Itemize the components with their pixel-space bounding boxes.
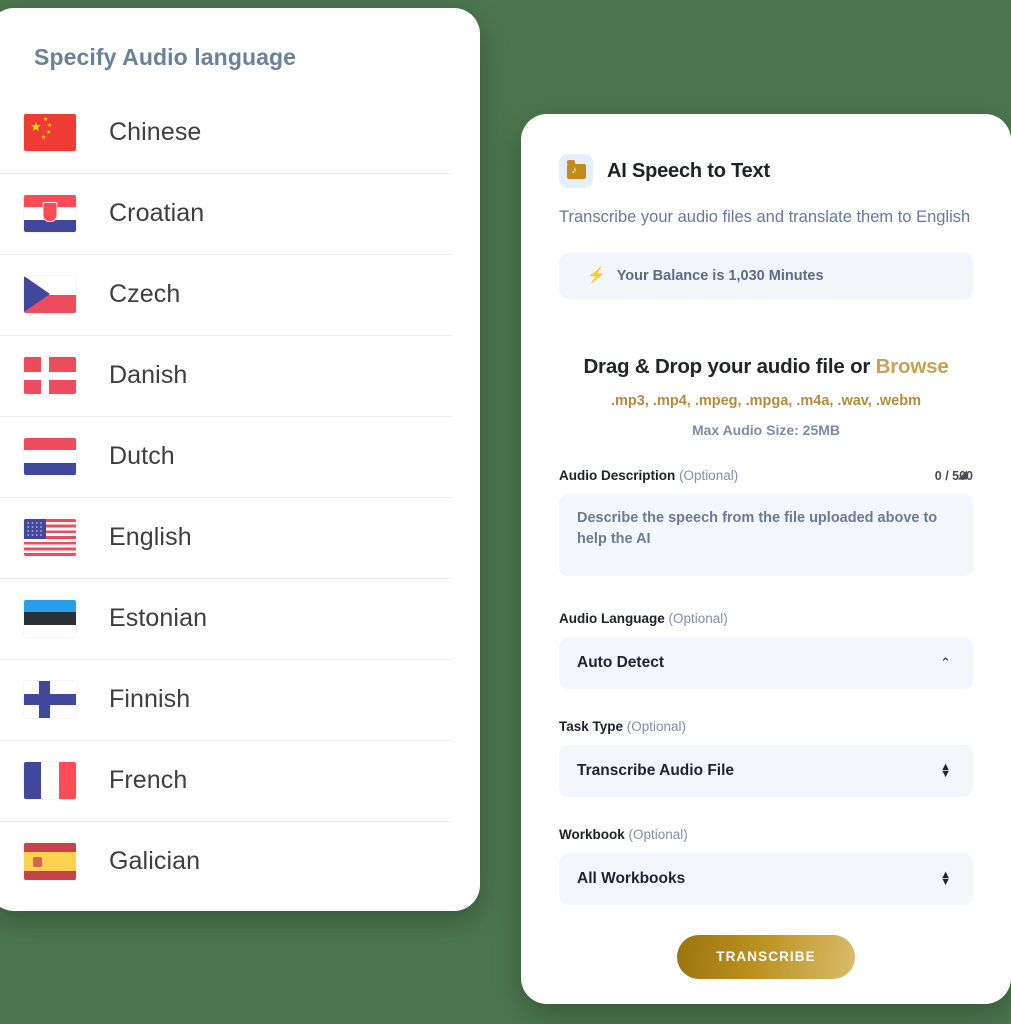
flag-denmark-icon (24, 357, 76, 394)
workbook-select[interactable]: All Workbooks ▲ ▼ (559, 852, 973, 905)
balance-banner: ⚡ Your Balance is 1,030 Minutes (559, 252, 973, 299)
language-option-label: English (109, 523, 192, 551)
optional-tag: (Optional) (623, 718, 687, 734)
browse-link[interactable]: Browse (876, 355, 949, 378)
up-down-arrows-icon[interactable]: ▲ ▼ (940, 761, 951, 779)
flag-china-icon: ★ ★ ★ ★ ★ (24, 114, 76, 151)
language-option-dutch[interactable]: Dutch (0, 416, 480, 497)
language-option-label: Estonian (109, 604, 208, 632)
language-option-label: French (109, 766, 188, 794)
dropzone-main-text: Drag & Drop your audio file or Browse (559, 355, 973, 379)
audio-language-field: Audio Language (Optional) Auto Detect ⌃ (559, 611, 973, 689)
language-option-english[interactable]: English (0, 497, 480, 578)
language-option-label: Czech (109, 280, 181, 308)
audio-description-field: Audio Description (Optional) 0 / 500 ◢ (559, 467, 973, 581)
optional-tag: (Optional) (675, 467, 739, 483)
audio-language-value: Auto Detect (577, 653, 664, 671)
speech-to-text-panel: ♪ AI Speech to Text Transcribe your audi… (521, 114, 1011, 1004)
task-type-label: Task Type (Optional) (559, 718, 687, 734)
task-type-header: Task Type (Optional) (559, 719, 973, 734)
flag-usa-icon (24, 519, 76, 556)
language-option-finnish[interactable]: Finnish (0, 659, 480, 740)
transcribe-button[interactable]: TRANSCRIBE (677, 934, 855, 979)
language-option-galician[interactable]: Galician (0, 821, 480, 902)
audio-language-header: Audio Language (Optional) (559, 611, 973, 626)
file-dropzone[interactable]: Drag & Drop your audio file or Browse .m… (559, 355, 973, 438)
workbook-field: Workbook (Optional) All Workbooks ▲ ▼ (559, 827, 973, 905)
submit-row: TRANSCRIBE (559, 934, 973, 979)
language-option-label: Dutch (109, 442, 175, 470)
language-option-label: Croatian (109, 199, 205, 227)
flag-finland-icon (24, 681, 76, 718)
language-option-estonian[interactable]: Estonian (0, 578, 480, 659)
language-option-label: Danish (109, 361, 188, 389)
language-option-label: Galician (109, 847, 201, 875)
workbook-label: Workbook (Optional) (559, 826, 688, 842)
language-option-danish[interactable]: Danish (0, 335, 480, 416)
workbook-value: All Workbooks (577, 869, 686, 887)
language-list: ★ ★ ★ ★ ★ Chinese Croatian Czech Danish … (0, 92, 480, 902)
task-type-field: Task Type (Optional) Transcribe Audio Fi… (559, 719, 973, 797)
app-subtitle: Transcribe your audio files and translat… (559, 208, 971, 226)
language-panel: Specify Audio language ★ ★ ★ ★ ★ Chinese… (0, 8, 480, 911)
flag-netherlands-icon (24, 438, 76, 475)
dropzone-prompt: Drag & Drop your audio file or (583, 354, 876, 378)
flag-croatia-icon (24, 195, 76, 232)
language-option-label: Chinese (109, 118, 202, 146)
dropzone-max-size: Max Audio Size: 25MB (691, 421, 841, 438)
language-panel-title: Specify Audio language (34, 44, 297, 70)
audio-description-header: Audio Description (Optional) 0 / 500 (559, 468, 973, 483)
language-option-chinese[interactable]: ★ ★ ★ ★ ★ Chinese (0, 92, 480, 173)
flag-czechia-icon (24, 276, 76, 313)
language-option-label: Finnish (109, 685, 191, 713)
balance-text: Your Balance is 1,030 Minutes (616, 267, 824, 284)
language-option-croatian[interactable]: Croatian (0, 173, 480, 254)
app-title: AI Speech to Text (607, 159, 770, 182)
flag-spain-icon (24, 843, 76, 880)
screen: Specify Audio language ★ ★ ★ ★ ★ Chinese… (0, 0, 1011, 1024)
workbook-header: Workbook (Optional) (559, 827, 973, 842)
task-type-value: Transcribe Audio File (577, 761, 735, 779)
optional-tag: (Optional) (664, 610, 728, 626)
lightning-bolt-icon: ⚡ (587, 267, 606, 285)
flag-estonia-icon (24, 600, 76, 637)
character-counter: 0 / 500 (934, 468, 973, 483)
task-type-select[interactable]: Transcribe Audio File ▲ ▼ (559, 744, 973, 797)
audio-language-label: Audio Language (Optional) (559, 610, 728, 626)
audio-folder-icon: ♪ (559, 154, 593, 188)
chevron-up-icon[interactable]: ⌃ (940, 656, 951, 669)
language-option-czech[interactable]: Czech (0, 254, 480, 335)
flag-france-icon (24, 762, 76, 799)
language-option-french[interactable]: French (0, 740, 480, 821)
optional-tag: (Optional) (624, 826, 688, 842)
audio-description-input[interactable] (559, 493, 973, 576)
audio-language-select[interactable]: Auto Detect ⌃ (559, 636, 973, 689)
dropzone-formats: .mp3, .mp4, .mpeg, .mpga, .m4a, .wav, .w… (611, 392, 921, 409)
up-down-arrows-icon[interactable]: ▲ ▼ (940, 869, 951, 887)
app-header: ♪ AI Speech to Text (559, 154, 973, 188)
audio-description-label: Audio Description (Optional) (559, 467, 739, 483)
